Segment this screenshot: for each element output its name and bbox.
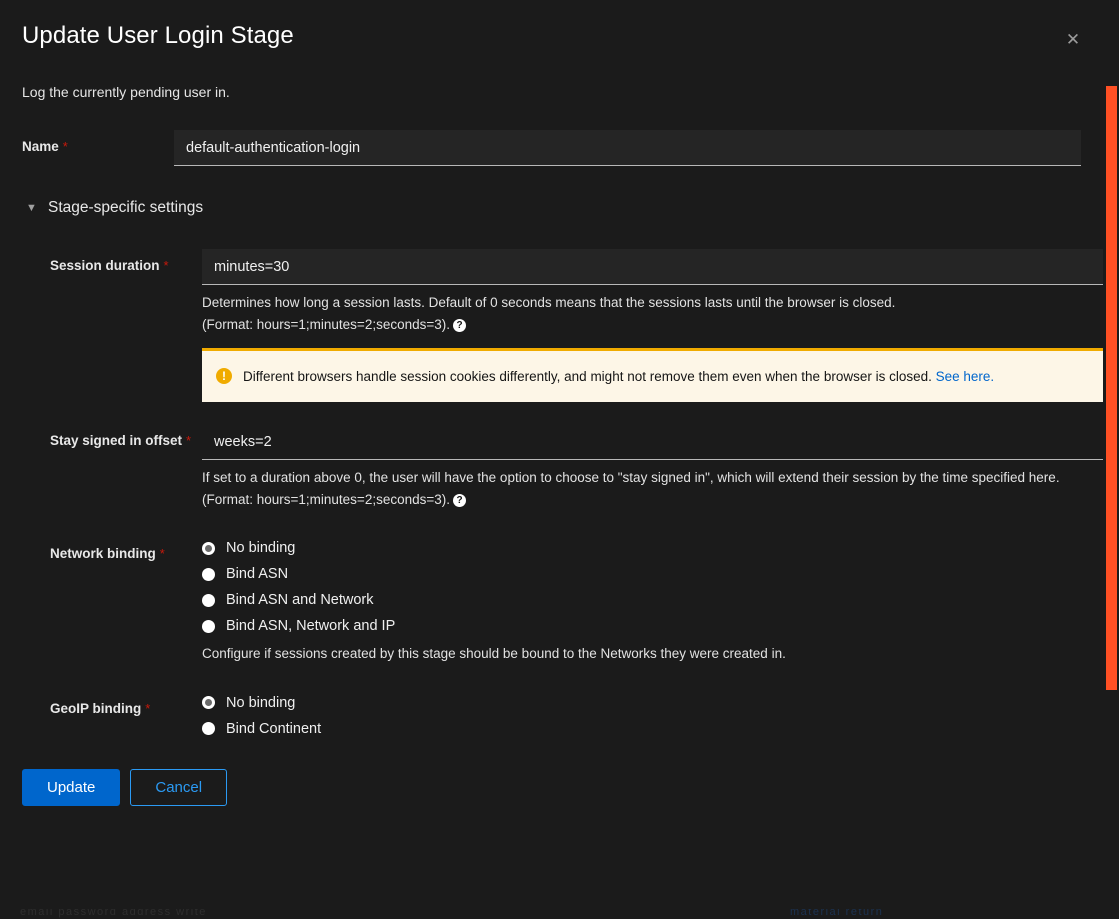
- geoip-binding-option-0[interactable]: No binding: [202, 695, 1103, 711]
- modal-footer: Update Cancel: [0, 768, 1103, 807]
- required-marker: *: [145, 700, 151, 716]
- stage-specific-settings-toggle[interactable]: ▼ Stage-specific settings: [22, 199, 1103, 217]
- background-peek: email password address write material re…: [0, 909, 1103, 919]
- cancel-button[interactable]: Cancel: [130, 768, 228, 807]
- modal-description: Log the currently pending user in.: [22, 84, 230, 100]
- geoip-binding-field-col: No binding Bind Continent: [202, 692, 1103, 737]
- stay-signed-in-offset-input[interactable]: [202, 424, 1103, 461]
- stage-specific-settings-body: Session duration* Determines how long a …: [0, 249, 1103, 737]
- session-cookie-warning-alert: ! Different browsers handle session cook…: [202, 347, 1103, 403]
- stay-signed-in-help-line2: (Format: hours=1;minutes=2;seconds=3).?: [202, 489, 1103, 511]
- required-marker: *: [62, 139, 68, 154]
- session-duration-field-col: Determines how long a session lasts. Def…: [202, 249, 1103, 403]
- network-binding-option-label: Bind ASN and Network: [226, 592, 374, 609]
- chevron-down-icon: ▼: [26, 201, 37, 214]
- network-binding-help: Configure if sessions created by this st…: [202, 646, 786, 662]
- name-field-col: [174, 130, 1081, 166]
- stay-signed-in-offset-label: Stay signed in offset *: [50, 424, 202, 448]
- background-peek-left-text: email password address write: [20, 909, 207, 918]
- page-title: Update User Login Stage: [22, 22, 294, 49]
- update-button[interactable]: Update: [22, 768, 121, 807]
- help-circle-icon[interactable]: ?: [453, 318, 466, 332]
- required-marker: *: [186, 433, 192, 449]
- geoip-binding-option-label: No binding: [226, 694, 296, 711]
- modal-header: Update User Login Stage ✕: [0, 0, 1103, 50]
- geoip-binding-option-1[interactable]: Bind Continent: [202, 721, 1103, 737]
- network-binding-label: Network binding *: [50, 537, 202, 561]
- stay-signed-in-help-line1: If set to a duration above 0, the user w…: [202, 470, 1060, 486]
- name-input[interactable]: [174, 130, 1081, 166]
- warning-text-block: Different browsers handle session cookie…: [243, 366, 1087, 388]
- radio-button-icon[interactable]: [202, 593, 215, 607]
- stay-signed-in-offset-row: Stay signed in offset* If set to a durat…: [50, 424, 1103, 511]
- session-duration-help-line2: (Format: hours=1;minutes=2;seconds=3).?: [202, 314, 1103, 336]
- scrollbar-track[interactable]: [1103, 0, 1119, 919]
- stay-signed-in-offset-field-col: If set to a duration above 0, the user w…: [202, 424, 1103, 511]
- session-duration-input[interactable]: [202, 249, 1103, 285]
- stay-signed-in-offset-label-text: Stay signed in offset: [50, 433, 183, 449]
- form-top: Name *: [0, 130, 1103, 166]
- network-binding-option-1[interactable]: Bind ASN: [202, 566, 1103, 582]
- help-circle-icon[interactable]: ?: [453, 494, 466, 508]
- stay-signed-in-offset-help: If set to a duration above 0, the user w…: [202, 467, 1103, 511]
- radio-button-icon[interactable]: [202, 619, 215, 633]
- network-binding-row: Network binding * No binding Bind ASN Bind …: [50, 537, 1103, 665]
- exclamation-circle-icon: !: [216, 367, 232, 384]
- network-binding-label-text: Network binding: [50, 546, 156, 562]
- network-binding-field-col: No binding Bind ASN Bind ASN and Network Bi…: [202, 537, 1103, 665]
- session-duration-row: Session duration* Determines how long a …: [50, 249, 1103, 403]
- session-duration-label: Session duration *: [50, 249, 202, 273]
- session-duration-format-text: (Format: hours=1;minutes=2;seconds=3).: [202, 316, 450, 332]
- section-title: Stage-specific settings: [48, 199, 204, 216]
- close-icon[interactable]: ✕: [1057, 24, 1089, 56]
- geoip-binding-label: GeoIP binding *: [50, 692, 202, 716]
- see-here-link[interactable]: See here.: [936, 369, 995, 384]
- stay-signed-in-format-text: (Format: hours=1;minutes=2;seconds=3).: [202, 492, 450, 508]
- network-binding-option-label: Bind ASN, Network and IP: [226, 618, 396, 635]
- required-marker: *: [159, 546, 165, 562]
- network-binding-option-0[interactable]: No binding: [202, 540, 1103, 556]
- geoip-binding-radio-group: No binding Bind Continent: [202, 692, 1103, 737]
- radio-button-icon[interactable]: [202, 722, 215, 736]
- name-label-text: Name: [22, 139, 59, 154]
- geoip-binding-option-label: Bind Continent: [226, 720, 322, 737]
- radio-button-icon[interactable]: [202, 696, 215, 710]
- name-row: Name *: [22, 130, 1081, 166]
- geoip-binding-label-text: GeoIP binding: [50, 700, 142, 716]
- network-binding-option-2[interactable]: Bind ASN and Network: [202, 592, 1103, 608]
- network-binding-radio-group: No binding Bind ASN Bind ASN and Network Bi…: [202, 537, 1103, 634]
- background-peek-right-text: material return: [790, 909, 884, 918]
- network-binding-option-3[interactable]: Bind ASN, Network and IP: [202, 618, 1103, 634]
- radio-button-icon[interactable]: [202, 567, 215, 581]
- required-marker: *: [163, 258, 169, 273]
- warning-message: Different browsers handle session cookie…: [243, 368, 936, 384]
- session-duration-help-line1: Determines how long a session lasts. Def…: [202, 295, 896, 310]
- update-user-login-stage-modal: Update User Login Stage ✕ Log the curren…: [0, 0, 1103, 919]
- name-label: Name *: [22, 130, 174, 154]
- geoip-binding-row: GeoIP binding * No binding Bind Continent: [50, 692, 1103, 737]
- network-binding-option-label: No binding: [226, 540, 296, 557]
- radio-button-icon[interactable]: [202, 541, 215, 555]
- network-binding-option-label: Bind ASN: [226, 566, 289, 583]
- session-duration-help: Determines how long a session lasts. Def…: [202, 292, 1103, 336]
- session-duration-label-text: Session duration: [50, 258, 160, 273]
- scrollbar-thumb[interactable]: [1106, 86, 1117, 690]
